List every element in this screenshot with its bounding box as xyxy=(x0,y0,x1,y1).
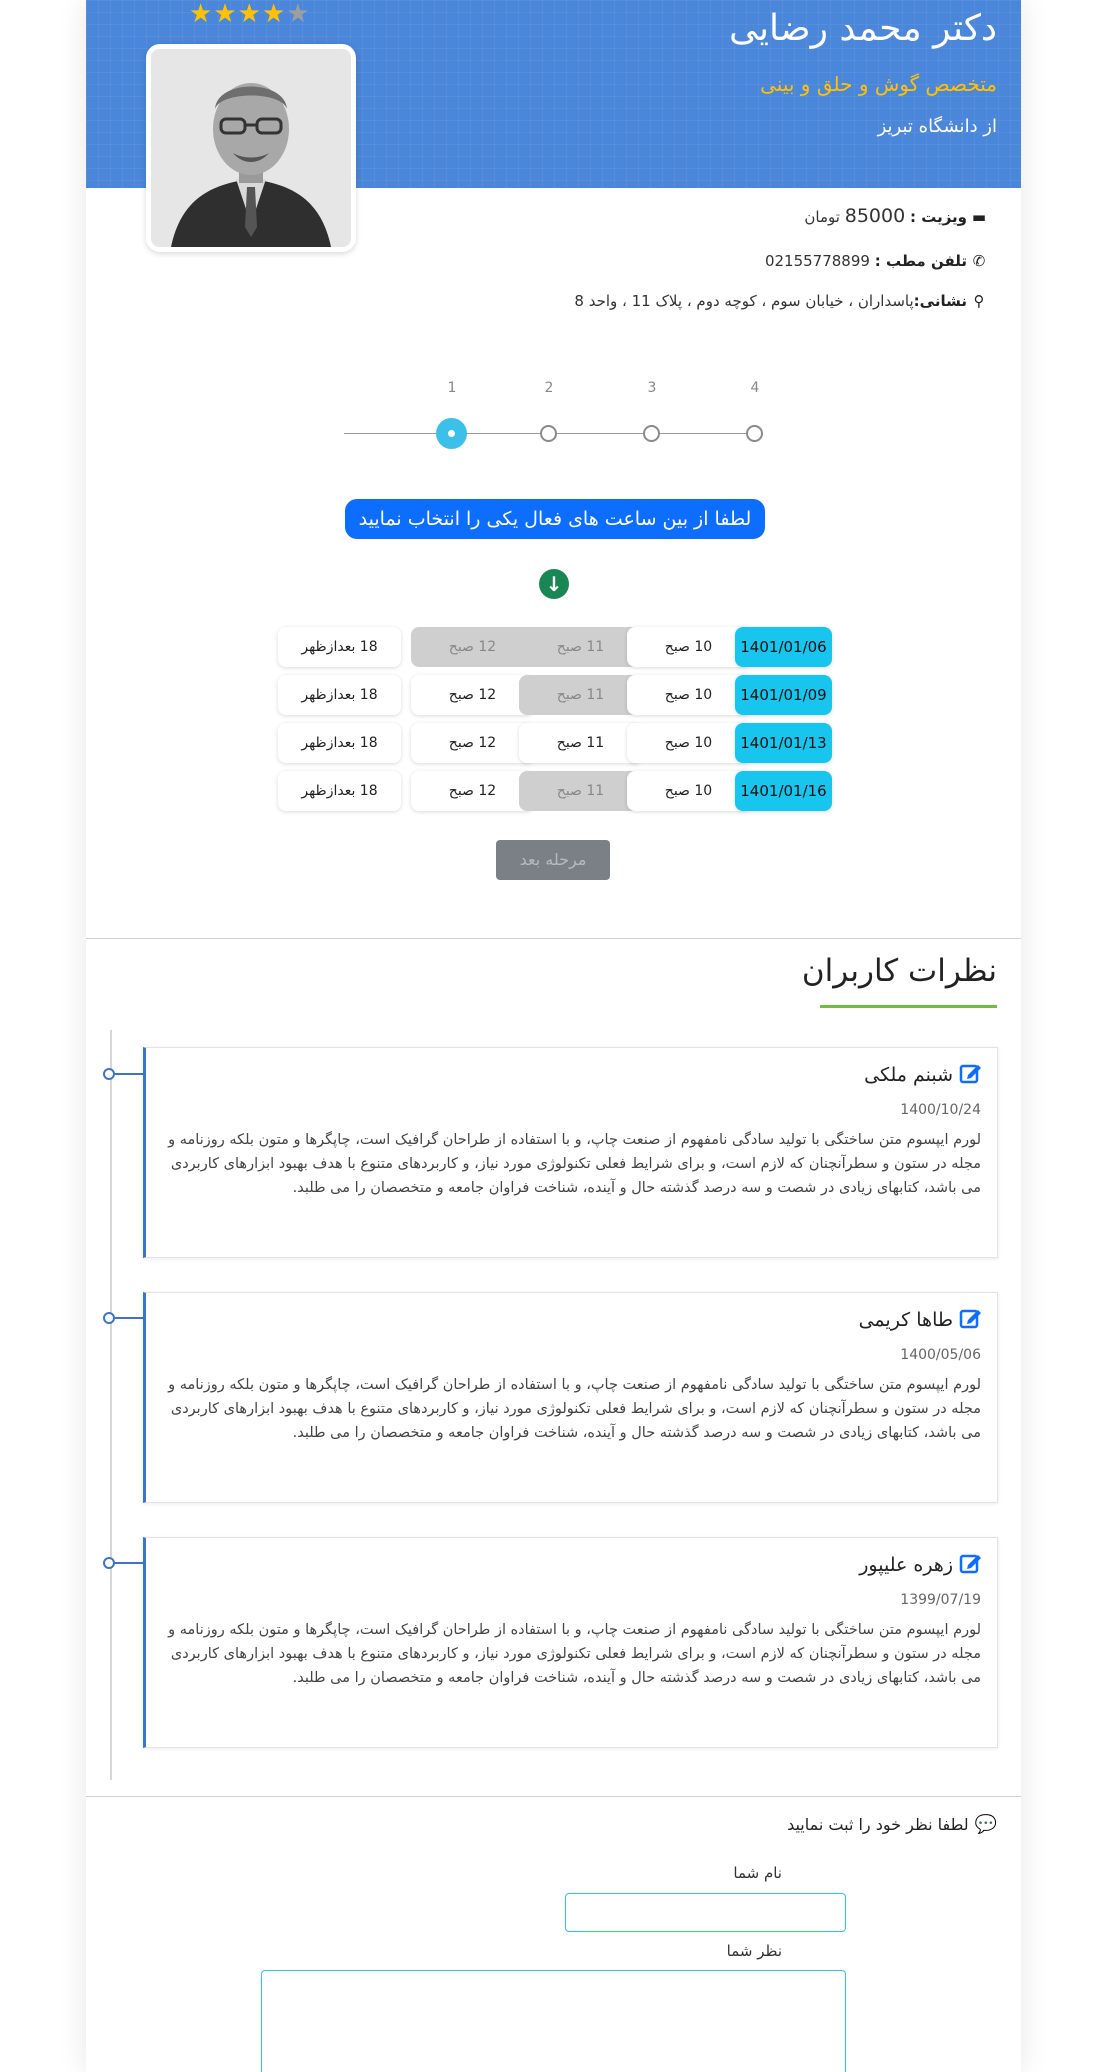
step-number: 2 xyxy=(544,380,554,396)
page: دکتر محمد رضایی متخصص گوش و حلق و بینی ا… xyxy=(86,0,1021,2072)
visit-unit: تومان xyxy=(804,208,840,226)
visit-price-row: ▬ویزیت : 85000 تومان xyxy=(804,205,987,227)
doctor-name: دکتر محمد رضایی xyxy=(729,8,997,49)
edit-icon[interactable] xyxy=(959,1062,983,1084)
time-slot-disabled: 11 صبح xyxy=(519,675,642,715)
timeline-connector xyxy=(115,1562,145,1564)
time-slot[interactable]: 18 بعدازظهر xyxy=(278,675,401,715)
review-author: زهره علیپور xyxy=(859,1552,983,1576)
address-label: نشانی: xyxy=(913,292,967,310)
time-slot[interactable]: 18 بعدازظهر xyxy=(278,771,401,811)
stepper-line xyxy=(645,433,748,434)
star-icon: ★ xyxy=(189,0,214,29)
comment-form-title: لطفا نظر خود را ثبت نمایید xyxy=(787,1815,969,1834)
timeline-node xyxy=(103,1312,115,1324)
name-input[interactable] xyxy=(565,1893,846,1932)
time-slot[interactable]: 11 صبح xyxy=(519,723,642,763)
next-step-button[interactable]: مرحله بعد xyxy=(496,840,610,880)
reviews-title: نظرات کاربران xyxy=(801,953,997,989)
visit-price: 85000 xyxy=(844,205,906,227)
address-value: پاسداران ، خیابان سوم ، کوچه دوم ، پلاک … xyxy=(574,292,914,310)
star-icon: ★ xyxy=(237,0,262,29)
step-dot[interactable] xyxy=(540,425,557,442)
timeline-connector xyxy=(115,1317,145,1319)
schedule-row: 18 بعدازظهر 12 صبح 11 صبح 10 صبح 1401/01… xyxy=(278,675,833,715)
name-field-label: نام شما xyxy=(733,1864,782,1882)
review-text: لورم ایپسوم متن ساختگی با تولید سادگی نا… xyxy=(168,1132,981,1196)
schedule-date: 1401/01/13 xyxy=(735,723,832,763)
doctor-specialty: متخصص گوش و حلق و بینی xyxy=(760,72,997,96)
time-slot[interactable]: 12 صبح xyxy=(411,771,534,811)
map-marker-icon: ⚲ xyxy=(973,292,985,310)
review-text: لورم ایپسوم متن ساختگی با تولید سادگی نا… xyxy=(168,1377,981,1441)
address-row: ⚲ نشانی:پاسداران ، خیابان سوم ، کوچه دوم … xyxy=(574,292,987,310)
review-author-name: شبنم ملکی xyxy=(864,1064,953,1086)
booking-stepper: 1 2 3 4 xyxy=(344,380,774,450)
step-dot[interactable] xyxy=(746,425,763,442)
review-date: 1400/05/06 xyxy=(900,1347,981,1363)
timeline-connector xyxy=(115,1073,145,1075)
phone-value[interactable]: 02155778899 xyxy=(765,252,870,270)
phone-label: تلفن مطب : xyxy=(874,252,967,270)
edit-icon[interactable] xyxy=(959,1552,983,1574)
comment-form-heading: 💬 لطفا نظر خود را ثبت نمایید xyxy=(787,1814,997,1835)
star-empty-icon: ★ xyxy=(286,0,311,29)
step-dot-active[interactable] xyxy=(436,418,467,449)
time-slot[interactable]: 10 صبح xyxy=(627,675,750,715)
timeline-node xyxy=(103,1557,115,1569)
step-number: 4 xyxy=(750,380,760,396)
review-author: طاها کریمی xyxy=(859,1307,983,1331)
time-slot[interactable]: 10 صبح xyxy=(627,627,750,667)
stepper-line xyxy=(344,433,445,434)
comment-textarea[interactable] xyxy=(261,1970,846,2072)
star-icon: ★ xyxy=(261,0,287,29)
review-author: شبنم ملکی xyxy=(864,1062,983,1086)
review-author-name: زهره علیپور xyxy=(859,1554,953,1576)
time-slot-disabled: 12 صبح xyxy=(411,627,534,667)
time-slot[interactable]: 18 بعدازظهر xyxy=(278,723,401,763)
schedule-date: 1401/01/09 xyxy=(735,675,832,715)
star-icon: ★ xyxy=(213,0,238,29)
schedule-row: 18 بعدازظهر 12 صبح 11 صبح 10 صبح 1401/01… xyxy=(278,723,833,763)
review-card: طاها کریمی 1400/05/06 لورم ایپسوم متن سا… xyxy=(143,1292,998,1503)
schedule-date: 1401/01/06 xyxy=(735,627,832,667)
step-number: 3 xyxy=(647,380,657,396)
step-dot[interactable] xyxy=(643,425,660,442)
money-icon: ▬ xyxy=(971,208,987,226)
time-slot[interactable]: 10 صبح xyxy=(627,771,750,811)
comments-icon: 💬 xyxy=(974,1814,997,1835)
edit-icon[interactable] xyxy=(959,1307,983,1329)
time-slot[interactable]: 18 بعدازظهر xyxy=(278,627,401,667)
timeline-node xyxy=(103,1068,115,1080)
time-slot[interactable]: 10 صبح xyxy=(627,723,750,763)
time-slot-disabled: 11 صبح xyxy=(519,771,642,811)
schedule-date: 1401/01/16 xyxy=(735,771,832,811)
rating-stars: ★★★★★ xyxy=(189,0,311,28)
section-divider xyxy=(86,1796,1021,1797)
visit-label: ویزیت : xyxy=(909,208,967,226)
time-slot[interactable]: 12 صبح xyxy=(411,723,534,763)
review-card: شبنم ملکی 1400/10/24 لورم ایپسوم متن ساخ… xyxy=(143,1047,998,1258)
review-date: 1399/07/19 xyxy=(900,1592,981,1608)
step-number: 1 xyxy=(447,380,457,396)
time-slot[interactable]: 12 صبح xyxy=(411,675,534,715)
arrow-down-circle-icon: ↓ xyxy=(539,569,569,599)
review-author-name: طاها کریمی xyxy=(858,1309,953,1331)
review-text: لورم ایپسوم متن ساختگی با تولید سادگی نا… xyxy=(168,1622,981,1686)
timeline-line xyxy=(110,1030,112,1780)
time-slot-disabled: 11 صبح xyxy=(519,627,642,667)
reviews-title-underline xyxy=(820,1005,997,1008)
doctor-avatar xyxy=(146,44,356,252)
comment-field-label: نظر شما xyxy=(726,1942,782,1960)
review-card: زهره علیپور 1399/07/19 لورم ایپسوم متن س… xyxy=(143,1537,998,1748)
doctor-university: از دانشگاه تبریز xyxy=(877,116,997,137)
phone-row: ✆ تلفن مطب : 02155778899 xyxy=(765,252,987,270)
schedule-row: 18 بعدازظهر 12 صبح 11 صبح 10 صبح 1401/01… xyxy=(278,771,833,811)
section-divider xyxy=(86,938,1021,939)
phone-icon: ✆ xyxy=(972,252,986,270)
select-time-instruction: لطفا از بین ساعت های فعال یکی را انتخاب … xyxy=(345,499,765,539)
review-date: 1400/10/24 xyxy=(900,1102,981,1118)
schedule-row: 18 بعدازظهر 12 صبح 11 صبح 10 صبح 1401/01… xyxy=(278,627,833,667)
